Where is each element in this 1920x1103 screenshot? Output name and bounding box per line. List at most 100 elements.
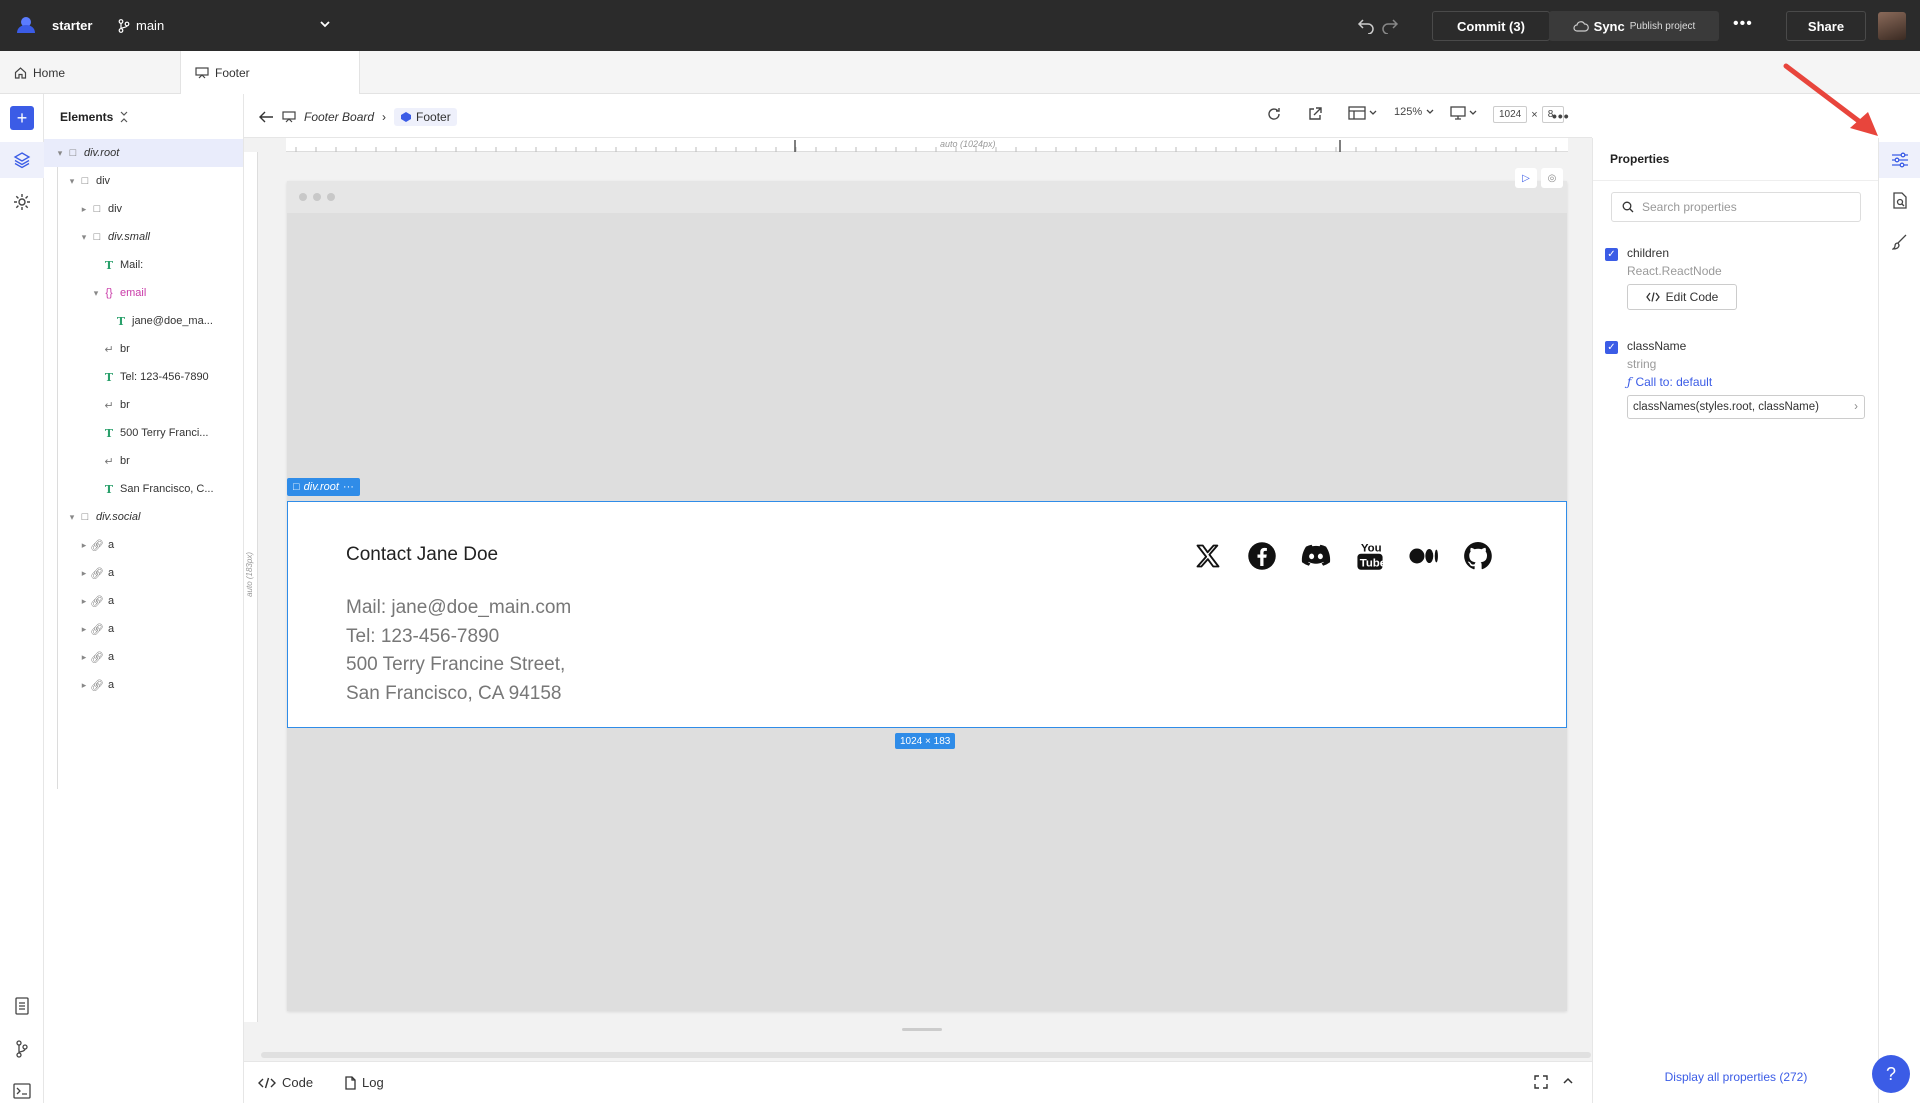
size-label: 1024 × 183 <box>895 733 956 749</box>
device-selector[interactable] <box>1450 106 1478 120</box>
checkbox-checked-icon[interactable]: ✓ <box>1605 341 1618 354</box>
text-node-icon: T <box>104 258 114 272</box>
breadcrumb-board[interactable]: Footer Board <box>304 110 374 124</box>
back-arrow-icon[interactable] <box>258 110 274 124</box>
tree-node[interactable]: ▸ 🔗︎ a <box>44 671 243 699</box>
tree-node[interactable]: ▸ 🔗︎ a <box>44 643 243 671</box>
tree-node[interactable]: ▾ □ div.social <box>44 503 243 531</box>
tree-node[interactable]: ▸ 🔗︎ a <box>44 615 243 643</box>
terminal-icon[interactable] <box>10 1079 34 1103</box>
open-external-icon[interactable] <box>1307 106 1323 122</box>
board-toolbar: Footer Board › Footer 125% 1024 × 8 ••• <box>244 94 1592 138</box>
search-properties-input[interactable]: Search properties <box>1611 192 1861 222</box>
play-icon[interactable]: ▷ <box>1515 168 1537 188</box>
pages-icon[interactable] <box>10 994 34 1018</box>
tree-node-label: div.social <box>96 511 141 523</box>
chevron-up-icon[interactable] <box>1562 1075 1574 1087</box>
selection-label[interactable]: □ div.root ··· <box>287 478 360 496</box>
sync-button[interactable]: Sync Publish project <box>1549 11 1719 41</box>
refresh-icon[interactable] <box>1266 106 1282 122</box>
layers-icon[interactable] <box>10 148 34 172</box>
collapse-all-icon[interactable] <box>119 111 129 123</box>
more-menu-icon[interactable]: ••• <box>1733 15 1753 33</box>
x-twitter-icon[interactable] <box>1193 541 1223 571</box>
tree-node-label: a <box>108 595 115 607</box>
brush-icon[interactable] <box>1890 232 1910 252</box>
github-icon[interactable] <box>1463 541 1493 571</box>
edit-code-button[interactable]: Edit Code <box>1627 284 1737 310</box>
board-icon <box>195 66 209 78</box>
properties-sliders-icon[interactable] <box>1890 150 1910 170</box>
breadcrumb-component[interactable]: Footer <box>394 108 457 126</box>
tab-home[interactable]: Home <box>0 51 180 94</box>
resize-handle[interactable] <box>902 1028 942 1031</box>
tree-node[interactable]: ▾ □ div <box>44 167 243 195</box>
eye-icon[interactable]: ◎ <box>1541 168 1563 188</box>
tree-node-label: br <box>120 455 130 467</box>
ruler-top-label: auto (1024px) <box>940 139 996 149</box>
classname-value-field[interactable]: classNames(styles.root, className) › <box>1627 395 1865 419</box>
link-icon: 🔗︎ <box>90 539 104 552</box>
ruler-left: auto (183px) <box>244 152 258 1022</box>
tree-node[interactable]: ▸ 🔗︎ a <box>44 587 243 615</box>
add-element-icon[interactable]: + <box>10 106 34 130</box>
tree-node[interactable]: ↵ br <box>44 447 243 475</box>
display-all-properties-link[interactable]: Display all properties (272) <box>1593 1070 1879 1084</box>
discord-icon[interactable] <box>1301 541 1331 571</box>
code-tab-label: Code <box>282 1075 314 1090</box>
layout-toggle[interactable] <box>1348 106 1378 120</box>
tree-node[interactable]: ▸ 🔗︎ a <box>44 531 243 559</box>
tree-node[interactable]: T Tel: 123-456-7890 <box>44 363 243 391</box>
tree-node[interactable]: T San Francisco, C... <box>44 475 243 503</box>
log-tab[interactable]: Log <box>344 1075 384 1090</box>
facebook-icon[interactable] <box>1247 541 1277 571</box>
log-icon <box>345 1075 356 1090</box>
undo-icon[interactable] <box>1357 16 1375 34</box>
horizontal-scrollbar[interactable] <box>261 1052 1591 1058</box>
tree-node[interactable]: ▾ □ div.small <box>44 223 243 251</box>
selection-more-icon[interactable]: ··· <box>343 481 354 493</box>
checkbox-checked-icon[interactable]: ✓ <box>1605 248 1618 261</box>
footer-component[interactable]: Contact Jane Doe Mail: jane@doe_main.com… <box>287 501 1567 728</box>
app-logo-icon[interactable] <box>14 13 38 37</box>
chevron-down-icon <box>1426 109 1434 114</box>
link-icon: 🔗︎ <box>90 567 104 580</box>
share-button[interactable]: Share <box>1786 11 1866 41</box>
redo-icon[interactable] <box>1381 16 1399 34</box>
commit-button[interactable]: Commit (3) <box>1432 11 1550 41</box>
help-icon[interactable]: ? <box>1872 1055 1910 1093</box>
chevron-down-icon[interactable] <box>318 17 332 31</box>
annotation-arrow-icon <box>1783 63 1878 136</box>
git-branch-icon[interactable] <box>10 1037 34 1061</box>
branch-selector[interactable]: main <box>118 18 164 33</box>
tree-node[interactable]: ▸ □ div <box>44 195 243 223</box>
viewport-width-input[interactable]: 1024 <box>1493 106 1528 123</box>
call-to-link[interactable]: ƒ Call to: default <box>1627 375 1712 389</box>
tree-node-label: a <box>108 539 115 551</box>
tree-node-label: a <box>108 651 115 663</box>
tab-footer[interactable]: Footer <box>180 51 360 94</box>
fullscreen-icon[interactable] <box>1534 1075 1548 1089</box>
youtube-icon[interactable]: You Tube <box>1355 541 1385 571</box>
social-links: You Tube <box>1193 541 1493 571</box>
ruler-top: auto (1024px) <box>286 138 1568 152</box>
tree-node[interactable]: T 500 Terry Franci... <box>44 419 243 447</box>
code-tab[interactable]: Code <box>258 1075 313 1090</box>
board-more-icon[interactable]: ••• <box>1552 108 1570 124</box>
tree-node[interactable]: ↵ br <box>44 391 243 419</box>
medium-icon[interactable] <box>1409 541 1439 571</box>
tree-node[interactable]: ▾{} email <box>44 279 243 307</box>
tree-node[interactable]: ↵ br <box>44 335 243 363</box>
frame-chrome <box>287 181 1567 213</box>
canvas[interactable]: auto (1024px) auto (183px) ▷ ◎ □ div.roo… <box>244 138 1592 1061</box>
tree-node[interactable]: ▸ 🔗︎ a <box>44 559 243 587</box>
avatar[interactable] <box>1878 12 1906 40</box>
tree-node[interactable]: Tjane@doe_ma... <box>44 307 243 335</box>
project-name[interactable]: starter <box>52 18 92 33</box>
tree-node[interactable]: T Mail: <box>44 251 243 279</box>
zoom-selector[interactable]: 125% <box>1394 106 1435 118</box>
search-placeholder: Search properties <box>1642 200 1737 214</box>
settings-gear-icon[interactable] <box>10 190 34 214</box>
inspect-page-icon[interactable] <box>1890 191 1910 211</box>
tree-node[interactable]: ▾ □ div.root <box>44 139 243 167</box>
